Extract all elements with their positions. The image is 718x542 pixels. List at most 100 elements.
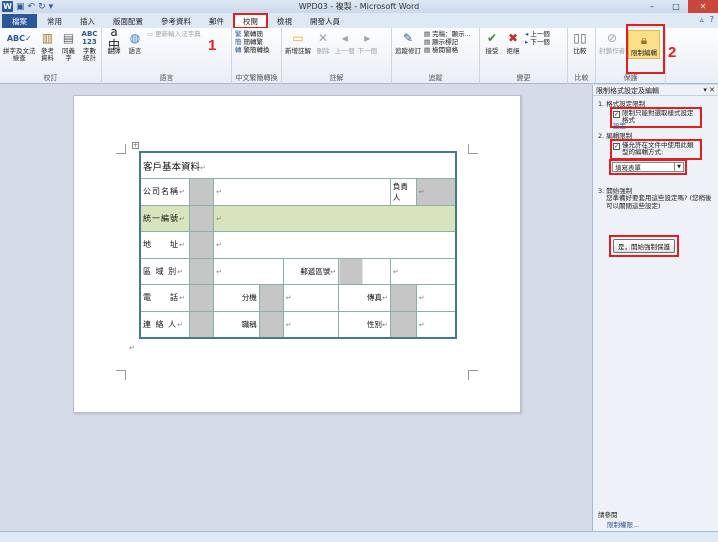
- window-controls: – □ ✕: [640, 0, 718, 13]
- change-nav: ◂ 上一個 ▸ 下一個: [525, 30, 550, 46]
- group-label: 追蹤: [428, 74, 443, 82]
- field-region[interactable]: [189, 257, 215, 285]
- field-fax[interactable]: [389, 284, 417, 312]
- reviewing-pane-icon: ▤: [424, 46, 431, 55]
- status-bar: [0, 531, 718, 542]
- thesaurus-button[interactable]: ▤ 同義字: [60, 30, 78, 62]
- help-icon[interactable]: ?: [710, 15, 714, 24]
- start-enforcing-button[interactable]: 是，開始強制保護: [613, 239, 675, 253]
- accept-button[interactable]: ✔ 接受: [483, 30, 501, 55]
- tab-mailings[interactable]: 郵件: [201, 14, 232, 28]
- tab-view[interactable]: 檢視: [269, 14, 300, 28]
- pane-menu-icon[interactable]: ▾: [703, 86, 707, 94]
- label-title: 職稱: [213, 310, 260, 338]
- restrict-editing-pane: 限制格式設定及編輯 ▾ ✕ 1. 格式設定限制 ✓ 限制只能對選取樣式設定格式 …: [592, 85, 718, 531]
- editing-restriction-checkbox[interactable]: ✓ 僅允許在文件中使用此類型的編輯方式:: [613, 141, 699, 157]
- thesaurus-icon: ▤: [62, 31, 75, 46]
- language-button[interactable]: ◍ 語言: [126, 30, 144, 55]
- minimize-ribbon-icon[interactable]: ▵: [700, 15, 704, 24]
- table-row: 連 絡 人↵ 職稱 ↵ 性別↵ ↵: [139, 310, 457, 338]
- editing-type-select[interactable]: 填寫表單 ▼: [612, 162, 684, 172]
- editing-restriction-wrap: ✓ 僅允許在文件中使用此類型的編輯方式:: [610, 139, 702, 160]
- save-icon[interactable]: ▣: [16, 2, 25, 12]
- cell-empty: ↵: [213, 178, 391, 206]
- group-changes: ✔ 接受 ✖ 拒絕 ◂ 上一個 ▸ 下一個 變更: [480, 28, 568, 84]
- prev-comment-icon: ◂: [341, 31, 348, 46]
- next-change-button[interactable]: ▸ 下一個: [525, 38, 550, 47]
- tab-developer[interactable]: 開發人員: [302, 14, 348, 28]
- delete-comment-button[interactable]: ✕ 刪除: [314, 30, 332, 55]
- group-chinese-conversion: 繁繁轉簡 簡簡轉繁 轉繁簡轉換 中文繁簡轉換: [232, 28, 282, 84]
- crop-mark: [468, 370, 478, 380]
- redo-icon[interactable]: ↻: [38, 2, 46, 12]
- tab-review[interactable]: 校閱: [233, 13, 268, 29]
- update-ime-button[interactable]: ▭ 更新輸入法字典: [147, 30, 201, 38]
- next-change-icon: ▸: [525, 38, 529, 47]
- tab-home[interactable]: 常用: [39, 14, 70, 28]
- prev-comment-button[interactable]: ◂ 上一個: [335, 30, 355, 55]
- next-comment-icon: ▸: [364, 31, 371, 46]
- field-phone[interactable]: [189, 284, 215, 312]
- document-area: + 客戶基本資料↵ 公司名稱↵ ↵ 負責人 ↵ 統一編號↵ ↵ 地 址↵ ↵ 區…: [0, 85, 590, 531]
- label-phone: 電 話↵: [139, 284, 191, 312]
- globe-icon: ◍: [129, 31, 141, 46]
- translate-button[interactable]: a中 翻譯: [105, 25, 123, 55]
- field-address[interactable]: [189, 231, 215, 259]
- field-title[interactable]: [258, 310, 284, 338]
- convert-button[interactable]: 轉繁簡轉換: [235, 47, 270, 54]
- update-ime-wrap: ▭ 更新輸入法字典: [147, 30, 201, 38]
- reject-button[interactable]: ✖ 拒絕: [504, 30, 522, 55]
- dictionary-icon: ▭: [147, 30, 154, 38]
- close-button[interactable]: ✕: [688, 0, 718, 13]
- block-authors-button[interactable]: ⊘ 封鎖作者: [599, 30, 625, 55]
- field-company[interactable]: [189, 178, 215, 206]
- pane-title: 限制格式設定及編輯: [596, 87, 659, 95]
- editing-type-wrap: 填寫表單 ▼: [609, 159, 687, 175]
- document-page[interactable]: + 客戶基本資料↵ 公司名稱↵ ↵ 負責人 ↵ 統一編號↵ ↵ 地 址↵ ↵ 區…: [73, 95, 521, 413]
- research-button[interactable]: ▥ 參考資料: [39, 30, 57, 62]
- word-count-icon: ABC 123: [81, 30, 98, 46]
- next-comment-button[interactable]: ▸ 下一個: [358, 30, 378, 55]
- format-settings-link[interactable]: 設定...: [613, 120, 632, 130]
- compare-button[interactable]: ▯▯ 比較: [571, 30, 589, 55]
- field-gender[interactable]: [389, 310, 417, 338]
- cell-empty: ↵: [415, 284, 457, 312]
- ribbon: ABC✓ 拼字及文法 檢查 ▥ 參考資料 ▤ 同義字 ABC 123 字數統計 校…: [0, 25, 718, 84]
- label-company: 公司名稱↵: [139, 178, 191, 206]
- group-label: 保護: [623, 74, 638, 82]
- cell-empty: ↵: [282, 284, 340, 312]
- tab-insert[interactable]: 插入: [72, 14, 103, 28]
- block-authors-icon: ⊘: [606, 31, 618, 46]
- maximize-button[interactable]: □: [664, 0, 688, 13]
- customize-qat-icon[interactable]: ▾: [49, 2, 54, 12]
- word-logo-icon[interactable]: W: [2, 1, 13, 12]
- track-changes-button[interactable]: ✎ 追蹤修訂: [395, 30, 421, 55]
- minimize-button[interactable]: –: [640, 0, 664, 13]
- word-count-button[interactable]: ABC 123 字數統計: [81, 30, 99, 62]
- cell-empty: ↵: [415, 310, 457, 338]
- label-region: 區 域 別↵: [139, 257, 191, 285]
- display-icon: ▤: [424, 30, 431, 38]
- table-row: 統一編號↵ ↵: [139, 204, 457, 232]
- undo-icon[interactable]: ↶: [28, 2, 36, 12]
- table-move-handle-icon[interactable]: +: [132, 142, 139, 149]
- field-postal[interactable]: [338, 257, 391, 285]
- field-ext[interactable]: [258, 284, 284, 312]
- group-proofing: ABC✓ 拼字及文法 檢查 ▥ 參考資料 ▤ 同義字 ABC 123 字數統計 校…: [0, 28, 102, 84]
- form-title: 客戶基本資料↵: [139, 151, 457, 179]
- new-comment-button[interactable]: ▭ 新增註解: [285, 30, 311, 55]
- restrict-permission-link[interactable]: 限制權限...: [607, 519, 639, 529]
- group-compare: ▯▯ 比較 比較: [568, 28, 596, 84]
- pane-close-icon[interactable]: ✕: [709, 86, 715, 94]
- field-tax-id[interactable]: [189, 204, 215, 232]
- label-tax-id: 統一編號↵: [139, 204, 191, 232]
- field-contact[interactable]: [189, 310, 215, 338]
- spelling-button[interactable]: ABC✓ 拼字及文法 檢查: [3, 30, 36, 62]
- pane-header: 限制格式設定及編輯 ▾ ✕: [593, 85, 718, 96]
- restrict-editing-highlight: [626, 24, 665, 74]
- reviewing-pane-button[interactable]: ▤ 檢閱窗格: [424, 47, 471, 54]
- tab-references[interactable]: 參考資料: [153, 14, 199, 28]
- tab-file[interactable]: 檔案: [2, 14, 37, 28]
- field-owner[interactable]: ↵: [415, 178, 457, 206]
- cell-empty: ↵: [389, 257, 457, 285]
